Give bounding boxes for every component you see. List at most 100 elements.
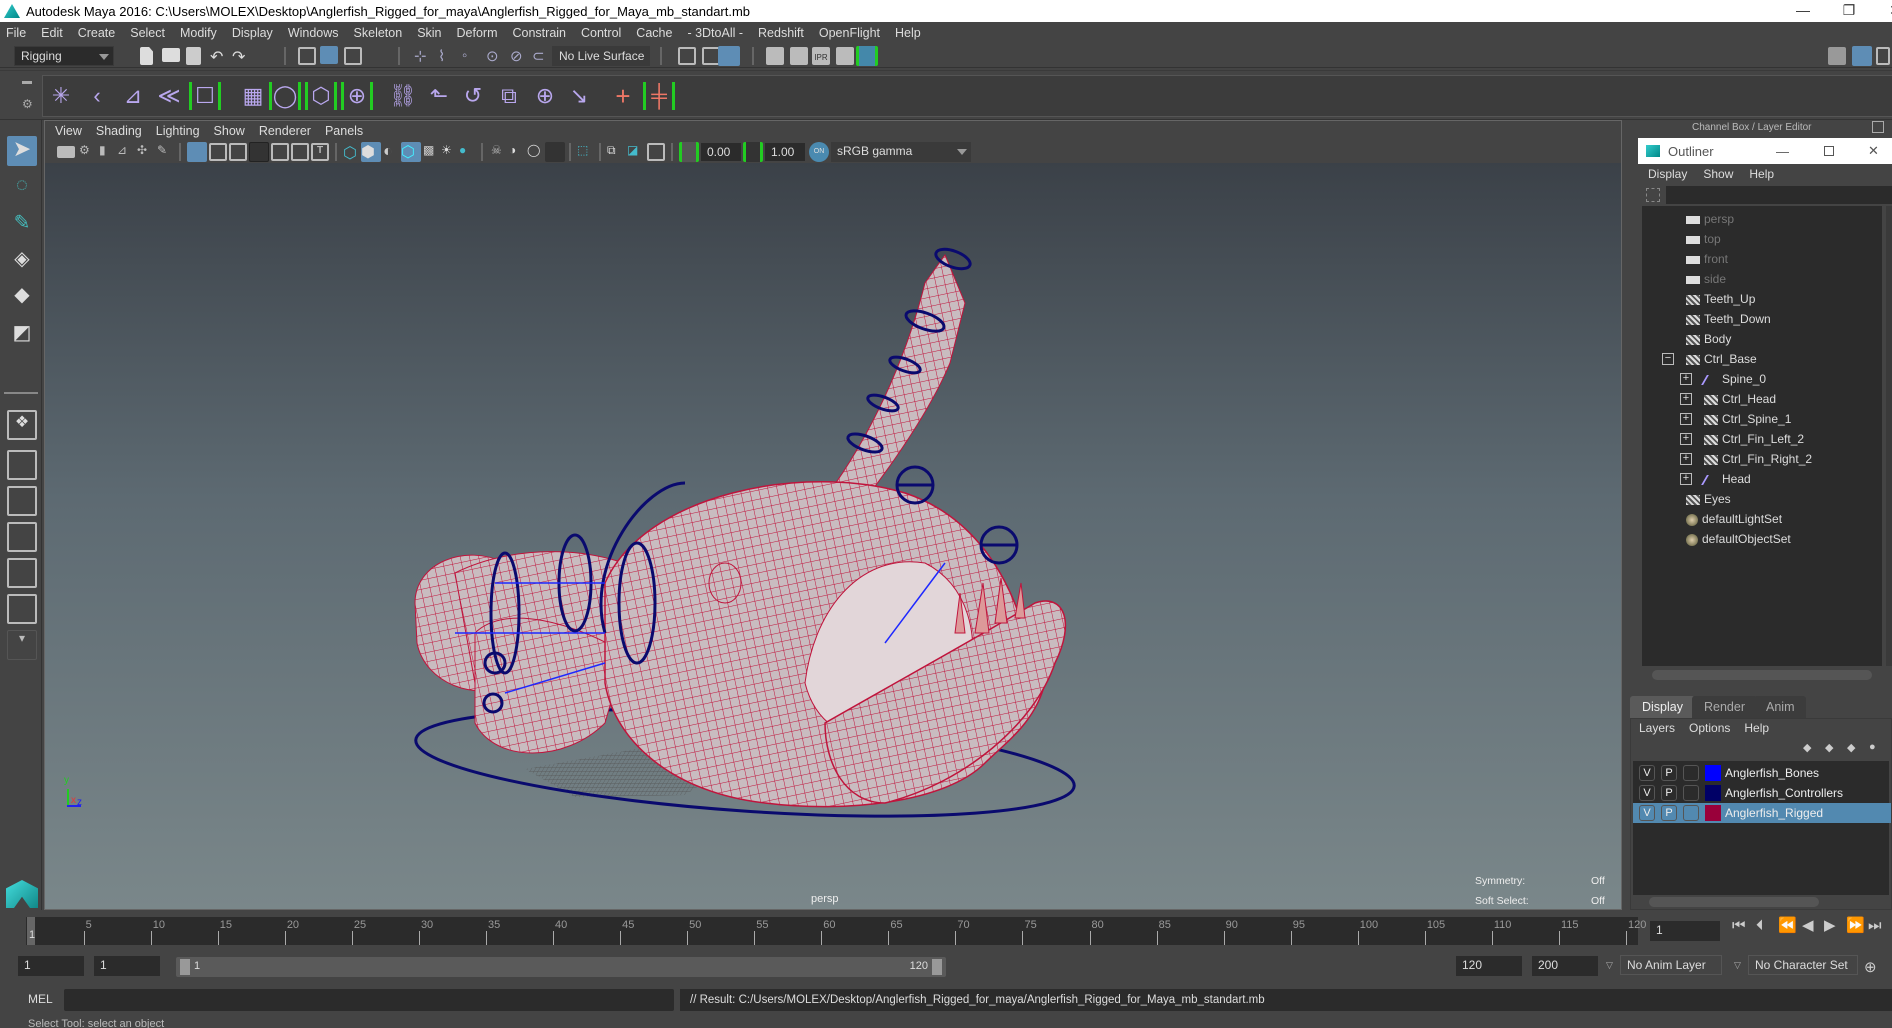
ipr-render-icon[interactable]: IPR [812, 47, 830, 65]
persp-graph-icon[interactable] [7, 522, 37, 552]
viewport-menu-shading[interactable]: Shading [96, 124, 142, 138]
menu-control[interactable]: Control [581, 26, 621, 40]
resolution-gate-icon[interactable] [229, 143, 247, 161]
single-perspective-view-icon[interactable]: ❖ [7, 410, 37, 440]
layer-color-swatch[interactable] [1705, 765, 1721, 781]
gamma-icon[interactable] [743, 142, 763, 162]
layer-row[interactable]: V P Anglerfish_Rigged [1633, 803, 1891, 823]
outliner-item[interactable]: Ctrl_Fin_Right_2 [1704, 450, 1812, 468]
menu-deform[interactable]: Deform [457, 26, 498, 40]
layer-color-swatch[interactable] [1705, 785, 1721, 801]
paint-select-icon[interactable]: ✎ [7, 210, 37, 240]
hypershade-persp-icon[interactable] [7, 558, 37, 588]
persp-graph-outliner-icon[interactable] [7, 594, 37, 624]
wireframe-on-shaded-icon[interactable]: ⬡ [401, 142, 421, 162]
viewport-menu-panels[interactable]: Panels [325, 124, 363, 138]
move-tool-icon[interactable]: ◈ [7, 246, 37, 276]
rotate-tool-icon[interactable]: ◆ [7, 282, 37, 312]
outliner-item[interactable]: front [1686, 250, 1728, 268]
snap-point-icon[interactable]: ◦ [462, 47, 480, 65]
depth-of-field-icon[interactable] [545, 142, 565, 162]
more-layouts-icon[interactable]: ▾ [7, 630, 37, 660]
scale-constraint-icon[interactable]: ⧉ [495, 82, 523, 110]
modeling-toolkit-icon[interactable] [1828, 47, 1846, 65]
gamma-field[interactable]: 1.00 [765, 143, 805, 161]
layer-playback-toggle[interactable]: P [1661, 785, 1677, 801]
motion-blur-icon[interactable]: ◑ [509, 143, 527, 161]
expand-icon[interactable]: + [1680, 473, 1692, 485]
step-forward-frame-icon[interactable]: ⏭ [1868, 917, 1882, 935]
exposure-icon[interactable] [679, 142, 699, 162]
character-set-chevron-icon[interactable]: ▽ [1734, 960, 1741, 971]
ik-handle-icon[interactable]: ‹ [83, 82, 111, 110]
outliner-minimize-button[interactable]: — [1776, 144, 1789, 159]
playback-start-field[interactable]: 1 [94, 956, 160, 976]
channel-box-toggle-icon[interactable] [1852, 46, 1872, 66]
layer-row[interactable]: V P Anglerfish_Bones [1633, 763, 1891, 783]
move-layer-down-icon[interactable]: ◆ [1825, 741, 1833, 754]
layer-playback-toggle[interactable]: P [1661, 805, 1677, 821]
aim-constraint-icon[interactable]: ⊕ [531, 82, 559, 110]
construction-history-icon[interactable] [718, 46, 740, 66]
animation-start-field[interactable]: 1 [18, 956, 84, 976]
lighting-icon[interactable]: ☀ [441, 143, 459, 161]
menu-openflight[interactable]: OpenFlight [819, 26, 880, 40]
select-tool-icon[interactable]: ➤ [7, 136, 37, 166]
layer-row[interactable]: V P Anglerfish_Controllers [1633, 783, 1891, 803]
close-button[interactable]: ✕ [1872, 0, 1892, 22]
xray-joints-icon[interactable]: ◪ [627, 143, 645, 161]
camera-select-icon[interactable] [57, 146, 75, 158]
menu-edit[interactable]: Edit [41, 26, 63, 40]
expand-icon[interactable]: + [1680, 393, 1692, 405]
field-chart-icon[interactable] [271, 143, 289, 161]
connect-locator-icon[interactable]: ╪ [643, 82, 675, 110]
outliner-item[interactable]: side [1686, 270, 1726, 288]
menuset-dropdown[interactable]: Rigging [14, 46, 114, 66]
mirror-joint-icon[interactable]: ≪ [155, 82, 183, 110]
parent-constraint-icon[interactable]: ⛓ [389, 82, 417, 110]
layer-display-type-toggle[interactable] [1683, 785, 1699, 801]
layer-display-type-toggle[interactable] [1683, 805, 1699, 821]
outliner-item[interactable]: Ctrl_Fin_Left_2 [1704, 430, 1804, 448]
menu-skin[interactable]: Skin [417, 26, 441, 40]
screen-space-ao-icon[interactable]: ☠ [491, 143, 509, 161]
input-ops-icon[interactable] [678, 47, 696, 65]
menu-redshift[interactable]: Redshift [758, 26, 804, 40]
menu-windows[interactable]: Windows [288, 26, 339, 40]
character-set-dropdown[interactable]: No Character Set [1748, 955, 1858, 975]
render-frame-icon[interactable] [790, 47, 808, 65]
save-scene-icon[interactable] [186, 47, 201, 65]
menu-cache[interactable]: Cache [636, 26, 672, 40]
grid-toggle-icon[interactable] [187, 142, 207, 162]
step-back-key-icon[interactable]: ⏪ [1778, 917, 1797, 935]
scale-tool-icon[interactable]: ◩ [7, 320, 37, 350]
auto-key-icon[interactable]: ⊕ [1864, 958, 1877, 976]
four-view-icon[interactable] [7, 450, 37, 480]
select-object-icon[interactable] [320, 46, 338, 64]
outliner-horizontal-scrollbar[interactable] [1652, 670, 1872, 680]
outliner-item[interactable]: Eyes [1686, 490, 1731, 508]
float-panel-icon[interactable] [1872, 121, 1884, 133]
bookmark-icon[interactable]: ▮ [99, 143, 117, 161]
collapse-icon[interactable]: − [1662, 353, 1674, 365]
isolate-select-icon[interactable]: ⬚ [577, 143, 595, 161]
menu-3dtoall[interactable]: - 3DtoAll - [687, 26, 743, 40]
menu-create[interactable]: Create [78, 26, 116, 40]
expand-icon[interactable]: + [1680, 433, 1692, 445]
snap-live-icon[interactable]: ⊂ [532, 47, 550, 65]
shadows-icon[interactable]: ● [459, 143, 477, 161]
gate-mask-icon[interactable] [249, 142, 269, 162]
paint-weights-icon[interactable]: ▦ [239, 82, 267, 110]
xray-active-icon[interactable] [647, 143, 665, 161]
live-surface-field[interactable]: No Live Surface [552, 46, 650, 66]
range-slider-bar[interactable]: 1 120 [176, 957, 946, 977]
menu-modify[interactable]: Modify [180, 26, 217, 40]
snap-grid-icon[interactable]: ⊹ [414, 47, 432, 65]
locator-icon[interactable]: + [609, 82, 637, 110]
persp-outliner-icon[interactable] [7, 486, 37, 516]
bind-skin-icon[interactable]: ◯ [269, 82, 301, 110]
film-gate-icon[interactable] [209, 143, 227, 161]
layer-playback-toggle[interactable]: P [1661, 765, 1677, 781]
colorspace-dropdown[interactable]: sRGB gamma [831, 142, 971, 162]
playback-end-field[interactable]: 120 [1456, 956, 1522, 976]
